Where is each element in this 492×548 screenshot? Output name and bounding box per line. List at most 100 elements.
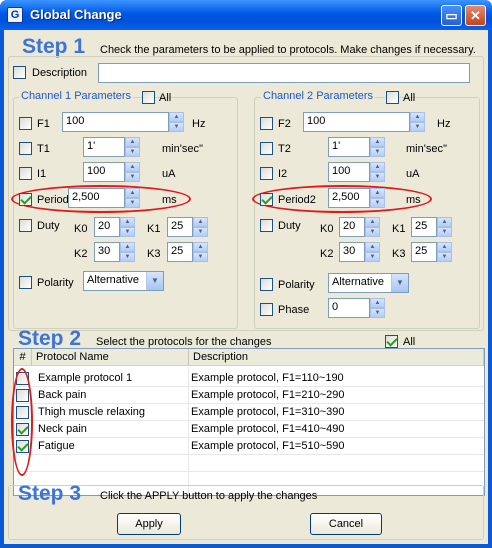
k2-2-spinner[interactable]: ▲ ▼ bbox=[365, 242, 380, 262]
f1-spinner[interactable]: ▲ ▼ bbox=[169, 112, 184, 132]
t2-spinner[interactable]: ▲ ▼ bbox=[370, 137, 385, 157]
protocol-table: # Protocol Name Description Example prot… bbox=[11, 348, 485, 496]
phase-input[interactable]: 0 bbox=[328, 298, 370, 318]
table-row[interactable]: Example protocol 1 Example protocol, F1=… bbox=[14, 370, 484, 387]
k0-spinner[interactable]: ▲ ▼ bbox=[120, 217, 135, 237]
polarity2-checkbox[interactable] bbox=[260, 278, 273, 291]
step2-all-checkbox[interactable] bbox=[385, 335, 398, 348]
cancel-button[interactable]: Cancel bbox=[310, 513, 382, 535]
t1-input[interactable]: 1' bbox=[83, 137, 125, 157]
table-row[interactable]: Neck pain Example protocol, F1=410~490 bbox=[14, 421, 484, 438]
step2-hint: Select the protocols for the changes bbox=[96, 336, 272, 348]
k0-input[interactable]: 20 bbox=[94, 217, 120, 237]
description-label: Description bbox=[32, 67, 88, 79]
k3-label: K3 bbox=[147, 248, 161, 260]
apply-button[interactable]: Apply bbox=[117, 513, 181, 535]
restore-icon[interactable]: ▭ bbox=[441, 5, 462, 26]
k3-2-input[interactable]: 25 bbox=[411, 242, 437, 262]
period2-unit: ms bbox=[406, 194, 421, 206]
f2-checkbox[interactable] bbox=[260, 117, 273, 130]
k1-2-label: K1 bbox=[392, 223, 406, 235]
i2-unit: uA bbox=[406, 168, 420, 180]
table-row[interactable]: Fatigue Example protocol, F1=510~590 bbox=[14, 438, 484, 455]
phase-checkbox[interactable] bbox=[260, 303, 273, 316]
k1-spinner[interactable]: ▲ ▼ bbox=[193, 217, 208, 237]
row-description: Example protocol, F1=410~490 bbox=[191, 423, 345, 435]
col-name-header[interactable]: Protocol Name bbox=[32, 349, 189, 366]
k2-2-input[interactable]: 30 bbox=[339, 242, 365, 262]
period1-input[interactable]: 2,500 bbox=[68, 188, 125, 208]
title-bar[interactable]: G Global Change ▭ ✕ bbox=[0, 0, 492, 30]
k2-input[interactable]: 30 bbox=[94, 242, 120, 262]
k0-2-spinner[interactable]: ▲ ▼ bbox=[365, 217, 380, 237]
period2-spinner[interactable]: ▲ ▼ bbox=[370, 188, 385, 208]
channel1-title: Channel 1 Parameters bbox=[19, 90, 134, 102]
i2-checkbox[interactable] bbox=[260, 167, 273, 180]
period2-input[interactable]: 2,500 bbox=[328, 188, 370, 208]
k3-spinner[interactable]: ▲ ▼ bbox=[193, 242, 208, 262]
i1-checkbox[interactable] bbox=[19, 167, 32, 180]
col-index-header[interactable]: # bbox=[14, 349, 32, 366]
table-row-empty[interactable] bbox=[14, 455, 484, 472]
step3-title: Step 3 bbox=[18, 482, 82, 505]
column-divider bbox=[188, 367, 189, 495]
i1-spinner[interactable]: ▲ ▼ bbox=[125, 162, 140, 182]
row-description: Example protocol, F1=210~290 bbox=[191, 389, 345, 401]
t2-checkbox[interactable] bbox=[260, 142, 273, 155]
t1-spinner[interactable]: ▲ ▼ bbox=[125, 137, 140, 157]
polarity1-value: Alternative bbox=[87, 274, 139, 286]
k2-2-label: K2 bbox=[320, 248, 334, 260]
table-row[interactable]: Thigh muscle relaxing Example protocol, … bbox=[14, 404, 484, 421]
polarity1-label: Polarity bbox=[37, 277, 74, 289]
k2-spinner[interactable]: ▲ ▼ bbox=[120, 242, 135, 262]
k3-input[interactable]: 25 bbox=[167, 242, 193, 262]
description-input[interactable] bbox=[98, 63, 470, 83]
channel2-title: Channel 2 Parameters bbox=[261, 90, 376, 102]
row-name: Neck pain bbox=[38, 423, 87, 435]
description-checkbox[interactable] bbox=[13, 66, 26, 79]
channel1-all-checkbox[interactable] bbox=[142, 91, 155, 104]
row-name: Thigh muscle relaxing bbox=[38, 406, 145, 418]
k1-2-spinner[interactable]: ▲ ▼ bbox=[437, 217, 452, 237]
step2-all-label: All bbox=[403, 336, 416, 348]
i1-unit: uA bbox=[162, 168, 176, 180]
phase-label: Phase bbox=[278, 304, 310, 316]
period1-checkbox[interactable] bbox=[19, 193, 32, 206]
k1-input[interactable]: 25 bbox=[167, 217, 193, 237]
f2-input[interactable]: 100 bbox=[303, 112, 410, 132]
i2-spinner[interactable]: ▲ ▼ bbox=[370, 162, 385, 182]
close-icon[interactable]: ✕ bbox=[465, 5, 486, 26]
k0-2-input[interactable]: 20 bbox=[339, 217, 365, 237]
polarity2-value: Alternative bbox=[332, 276, 384, 288]
k1-2-input[interactable]: 25 bbox=[411, 217, 437, 237]
i1-input[interactable]: 100 bbox=[83, 162, 125, 182]
polarity1-select[interactable]: Alternative ▼ bbox=[83, 271, 164, 291]
t2-unit: min'sec'' bbox=[406, 143, 448, 155]
chevron-down-icon[interactable]: ▼ bbox=[391, 274, 408, 292]
period1-spinner[interactable]: ▲ ▼ bbox=[125, 188, 140, 208]
table-row[interactable]: Back pain Example protocol, F1=210~290 bbox=[14, 387, 484, 404]
f2-spinner[interactable]: ▲ ▼ bbox=[410, 112, 425, 132]
t1-label: T1 bbox=[37, 143, 50, 155]
polarity2-select[interactable]: Alternative ▼ bbox=[328, 273, 409, 293]
checkbox-column-highlight bbox=[11, 368, 33, 476]
t2-label: T2 bbox=[278, 143, 291, 155]
f1-checkbox[interactable] bbox=[19, 117, 32, 130]
period2-checkbox[interactable] bbox=[260, 193, 273, 206]
k2-label: K2 bbox=[74, 248, 88, 260]
phase-spinner[interactable]: ▲ ▼ bbox=[370, 298, 385, 318]
duty2-checkbox[interactable] bbox=[260, 219, 273, 232]
col-description-header[interactable]: Description bbox=[189, 349, 484, 366]
duty1-checkbox[interactable] bbox=[19, 219, 32, 232]
polarity1-checkbox[interactable] bbox=[19, 276, 32, 289]
row-name: Back pain bbox=[38, 389, 87, 401]
channel2-all-checkbox[interactable] bbox=[386, 91, 399, 104]
i2-label: I2 bbox=[278, 168, 288, 180]
t1-checkbox[interactable] bbox=[19, 142, 32, 155]
t2-input[interactable]: 1' bbox=[328, 137, 370, 157]
chevron-down-icon[interactable]: ▼ bbox=[146, 272, 163, 290]
i2-input[interactable]: 100 bbox=[328, 162, 370, 182]
f1-input[interactable]: 100 bbox=[62, 112, 169, 132]
k3-2-spinner[interactable]: ▲ ▼ bbox=[437, 242, 452, 262]
k0-2-label: K0 bbox=[320, 223, 334, 235]
